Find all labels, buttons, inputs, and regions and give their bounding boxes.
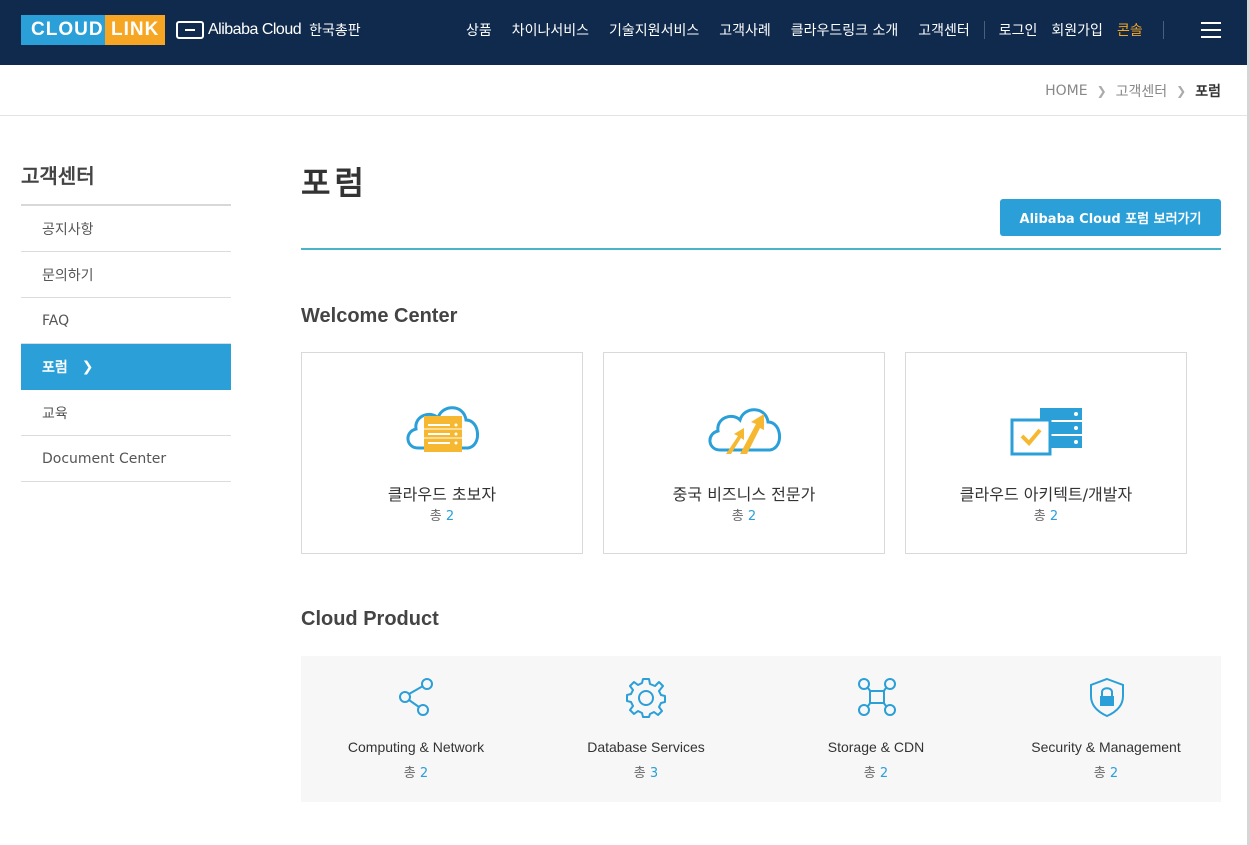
shield-lock-icon [1090, 677, 1124, 718]
sidebar-item-label: 문의하기 [42, 267, 94, 284]
sidebar-item-label: 포럼 [42, 359, 68, 376]
alibaba-cloud-icon [176, 21, 204, 39]
welcome-card-architect[interactable]: 클라우드 아키텍트/개발자 총 2 [905, 352, 1187, 554]
sidebar-item-label: FAQ [42, 312, 70, 329]
sidebar-item-document-center[interactable]: Document Center [21, 436, 231, 482]
cloud-product-panel: Computing & Network 총 2 Database Service… [301, 656, 1221, 802]
product-security-management[interactable]: Security & Management 총 2 [991, 656, 1221, 802]
sidebar-item-label: 교육 [42, 405, 68, 422]
card-name: 클라우드 아키텍트/개발자 [959, 485, 1133, 504]
welcome-center-title: Welcome Center [301, 305, 458, 327]
product-computing-network[interactable]: Computing & Network 총 2 [301, 656, 531, 802]
product-name: Storage & CDN [827, 739, 925, 755]
product-count: 총 3 [633, 766, 659, 781]
breadcrumb: HOME ❯ 고객센터 ❯ 포럼 [1045, 81, 1221, 101]
nav-divider [1162, 21, 1164, 39]
nav-about[interactable]: 클라우드링크 소개 [791, 20, 899, 40]
product-name: Security & Management [1031, 739, 1181, 755]
product-storage-cdn[interactable]: Storage & CDN 총 2 [761, 656, 991, 802]
nav-customer-center[interactable]: 고객센터 [918, 20, 970, 40]
nav-products[interactable]: 상품 [466, 20, 492, 40]
alibaba-forum-button[interactable]: Alibaba Cloud 포럼 보러가기 [1000, 199, 1221, 236]
sidebar-item-education[interactable]: 교육 [21, 390, 231, 436]
nav-china-services[interactable]: 차이나서비스 [512, 20, 589, 40]
nav-tech-support[interactable]: 기술지원서비스 [609, 20, 699, 40]
alibaba-partner-logo[interactable]: Alibaba Cloud 한국총판 [176, 20, 361, 40]
breadcrumb-home[interactable]: HOME [1045, 83, 1087, 99]
partner-brand: Alibaba Cloud [208, 21, 302, 38]
product-count: 총 2 [1093, 766, 1119, 781]
card-count: 총 2 [429, 509, 455, 524]
chevron-right-icon: ❯ [1096, 84, 1107, 98]
partner-region: 한국총판 [309, 23, 361, 39]
welcome-card-beginner[interactable]: 클라우드 초보자 총 2 [301, 352, 583, 554]
card-count: 총 2 [731, 509, 757, 524]
cloud-product-title: Cloud Product [301, 608, 439, 630]
nav-divider [983, 21, 985, 39]
product-name: Computing & Network [347, 739, 485, 755]
sidebar-title: 고객센터 [21, 164, 95, 188]
login-link[interactable]: 로그인 [999, 20, 1038, 40]
sidebar-item-label: 공지사항 [42, 221, 94, 238]
page-title: 포럼 [301, 164, 368, 202]
logo-cloud-text: CLOUD [21, 15, 105, 45]
sidebar-item-label: Document Center [42, 450, 167, 467]
chevron-right-icon: ❯ [1176, 84, 1187, 98]
breadcrumb-section[interactable]: 고객센터 [1116, 81, 1168, 101]
node-cluster-icon [858, 678, 896, 716]
product-database-services[interactable]: Database Services 총 3 [531, 656, 761, 802]
chevron-right-icon: ❯ [81, 358, 94, 375]
product-count: 총 2 [863, 766, 889, 781]
top-header: CLOUD LINK Alibaba Cloud 한국총판 상품 차이나서비스 … [0, 0, 1247, 65]
sidebar-item-inquiry[interactable]: 문의하기 [21, 252, 231, 298]
main-nav: 상품 차이나서비스 기술지원서비스 고객사례 클라우드링크 소개 고객센터 로그… [466, 20, 1178, 40]
hamburger-menu-icon[interactable] [1201, 22, 1221, 38]
sidebar-item-faq[interactable]: FAQ [21, 298, 231, 344]
share-network-icon [399, 678, 433, 716]
breadcrumb-bar: HOME ❯ 고객센터 ❯ 포럼 [0, 65, 1247, 116]
logo-link-text: LINK [105, 15, 165, 45]
cloud-growth-icon [708, 408, 781, 454]
gear-icon [626, 678, 666, 718]
cloud-server-icon [406, 406, 479, 452]
welcome-card-china-business[interactable]: 중국 비즈니스 전문가 총 2 [603, 352, 885, 554]
signup-link[interactable]: 회원가입 [1051, 20, 1103, 40]
sidebar-menu: 공지사항 문의하기 FAQ 포럼 ❯ 교육 Document Center [21, 204, 231, 482]
product-count: 총 2 [403, 766, 429, 781]
server-check-icon [1010, 408, 1082, 456]
product-name: Database Services [587, 739, 705, 755]
cloudlink-logo[interactable]: CLOUD LINK [21, 15, 165, 45]
title-divider [301, 248, 1221, 250]
card-name: 중국 비즈니스 전문가 [672, 485, 816, 504]
breadcrumb-current: 포럼 [1195, 84, 1221, 100]
sidebar-item-notice[interactable]: 공지사항 [21, 206, 231, 252]
console-link[interactable]: 콘솔 [1117, 20, 1143, 40]
nav-case-studies[interactable]: 고객사례 [719, 20, 771, 40]
sidebar-item-forum[interactable]: 포럼 ❯ [21, 344, 231, 390]
card-name: 클라우드 초보자 [387, 485, 497, 504]
card-count: 총 2 [1033, 509, 1059, 524]
